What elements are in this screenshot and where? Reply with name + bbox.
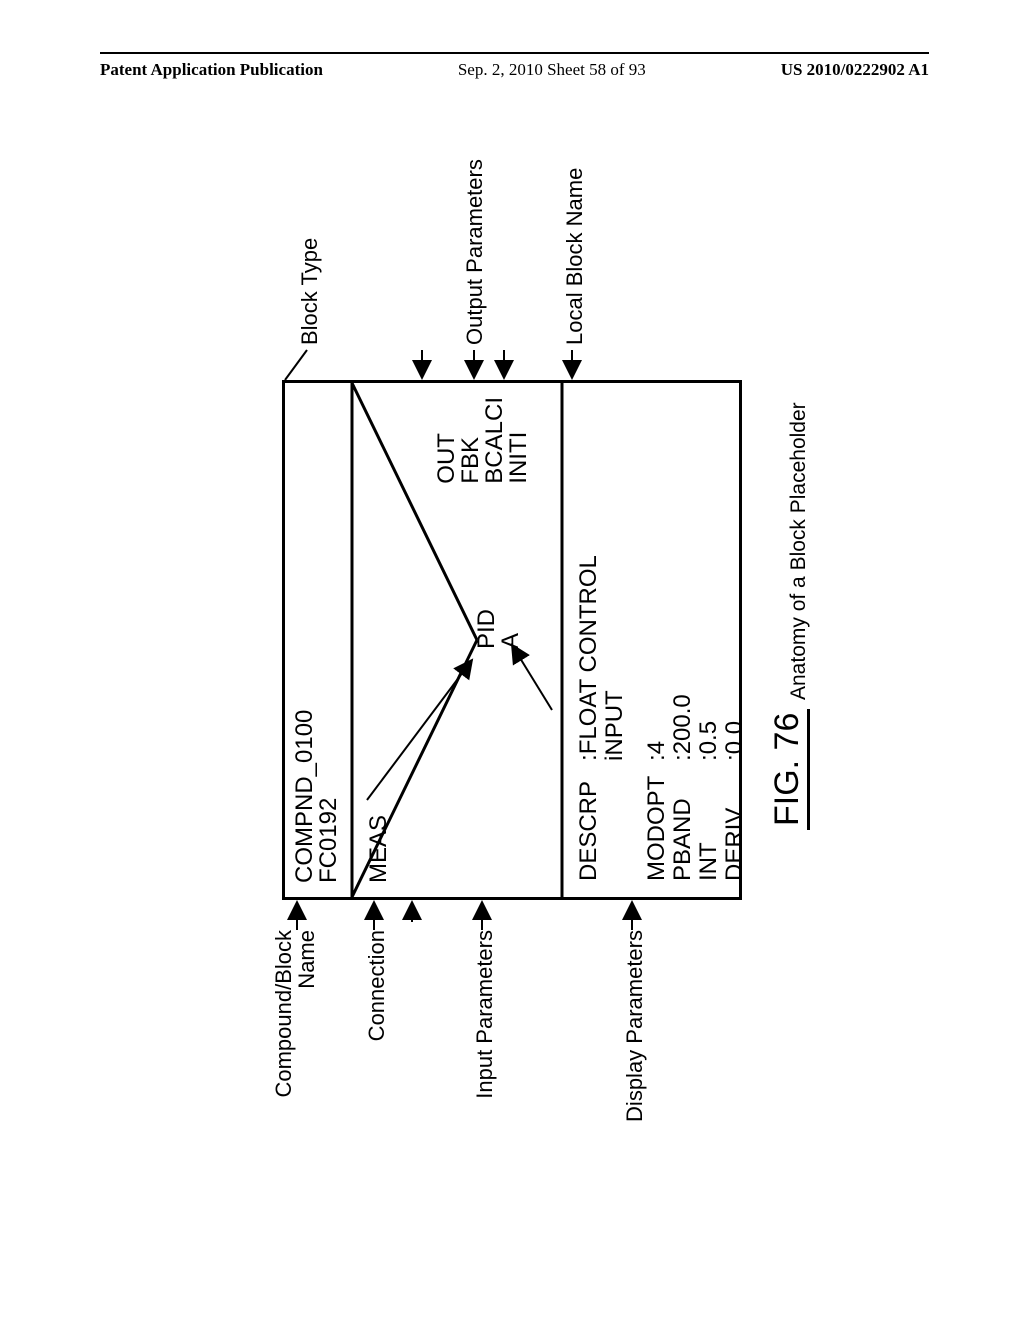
name-line2: FC0192	[315, 798, 342, 883]
block-placeholder-box: COMPND_0100 FC0192 MEAS PID A OUT FBK BC…	[282, 380, 742, 900]
name-line1: COMPND_0100	[291, 710, 318, 883]
page-header: Patent Application Publication Sep. 2, 2…	[100, 52, 929, 80]
callout-display-parameters: Display Parameters	[622, 930, 648, 1122]
figure-subtitle: Anatomy of a Block Placeholder	[787, 402, 811, 700]
disp-INT-lbl: INT	[697, 763, 721, 881]
page: Patent Application Publication Sep. 2, 2…	[0, 0, 1024, 1320]
out-param-2: BCALCI	[481, 397, 508, 484]
disp-INPUT-lbl: iNPUT	[603, 551, 627, 761]
callout-connection: Connection	[364, 930, 390, 1041]
block-center-label: PID A	[475, 609, 523, 649]
callout-block-type: Block Type	[297, 238, 323, 345]
output-parameters-list: OUT FBK BCALCI INITI	[435, 397, 531, 484]
out-param-1: FBK	[457, 437, 484, 484]
figure-rotated-group: COMPND_0100 FC0192 MEAS PID A OUT FBK BC…	[212, 180, 812, 1100]
disp-INT-val: :0.5	[697, 551, 721, 761]
disp-DESCRP-lbl: DESCRP	[577, 763, 601, 881]
disp-PBAND-lbl: PBAND	[671, 763, 695, 881]
header-center: Sep. 2, 2010 Sheet 58 of 93	[458, 60, 646, 80]
callout-output-parameters: Output Parameters	[462, 159, 488, 345]
disp-PBAND-val: :200.0	[671, 551, 695, 761]
disp-MODOPT-lbl: MODOPT	[645, 763, 669, 881]
compound-block-name: COMPND_0100 FC0192	[293, 710, 341, 883]
disp-MODOPT-val: :4	[645, 551, 669, 761]
display-parameters: DESCRP :FLOAT CONTROL iNPUT MODOPT :4 PB…	[575, 549, 749, 883]
arrow-block-type	[285, 350, 307, 380]
callout-input-parameters: Input Parameters	[472, 930, 498, 1099]
input-connection: MEAS	[365, 815, 393, 883]
header-right: US 2010/0222902 A1	[781, 60, 929, 80]
header-left: Patent Application Publication	[100, 60, 323, 80]
figure-number: FIG. 76	[770, 709, 810, 830]
disp-DERIV-lbl: DERIV	[723, 763, 747, 881]
callout-compound-block-name: Compound/BlockName	[272, 930, 318, 1098]
local-block-name-text: A	[497, 633, 524, 649]
block-type-text: PID	[473, 609, 500, 649]
callout-local-block-name: Local Block Name	[562, 168, 588, 345]
out-param-3: INITI	[505, 432, 532, 484]
disp-DERIV-val: :0.0	[723, 551, 747, 761]
out-param-0: OUT	[433, 433, 460, 484]
disp-DESCRP-val: :FLOAT CONTROL	[577, 551, 601, 761]
